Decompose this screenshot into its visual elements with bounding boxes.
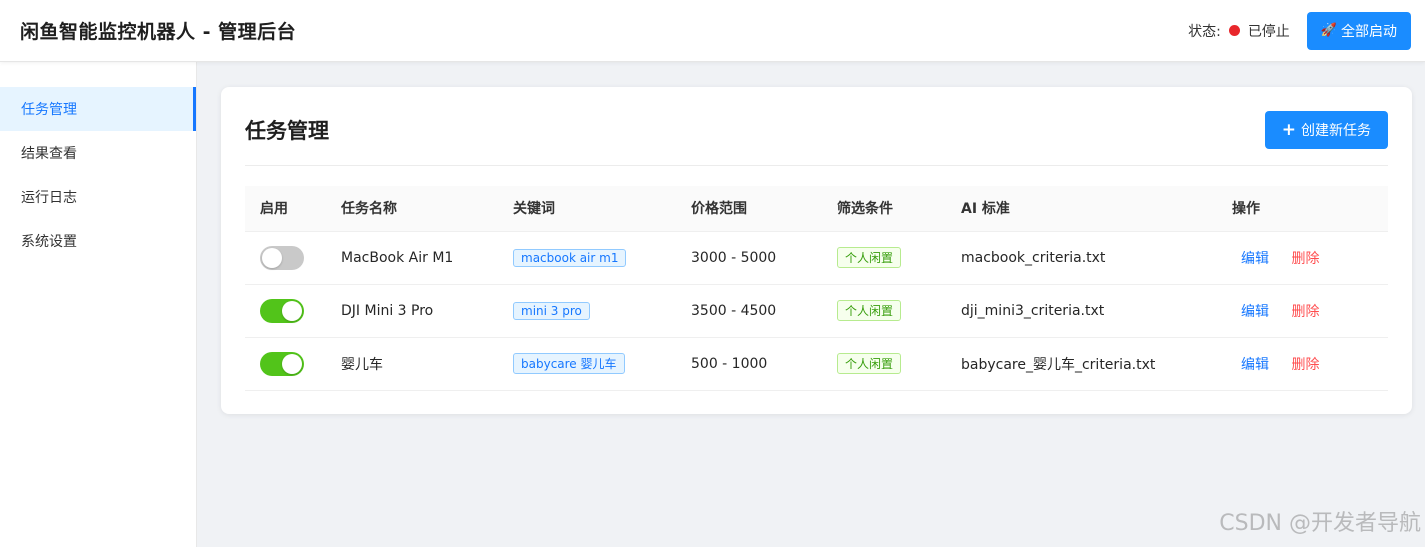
rocket-icon: 🚀: [1320, 23, 1337, 38]
task-card: 任务管理 + 创建新任务 启用 任务名称 关键词 价格范围 筛选条件 AI 标准…: [221, 87, 1412, 414]
col-enabled: 启用: [245, 186, 341, 232]
sidebar-item-tasks[interactable]: 任务管理: [0, 87, 196, 131]
toggle-knob: [262, 247, 282, 268]
price-range: 500 - 1000: [691, 337, 837, 391]
status-dot-icon: [1228, 25, 1240, 36]
filter-tag: 个人闲置: [837, 353, 902, 374]
col-name: 任务名称: [341, 186, 513, 232]
criteria-file: macbook_criteria.txt: [961, 231, 1232, 285]
top-header: 闲鱼智能监控机器人 - 管理后台 状态: 已停止 🚀 全部启动: [0, 0, 1425, 62]
status-label: 状态:: [1188, 23, 1221, 40]
col-criteria: AI 标准: [961, 186, 1232, 232]
sidebar: 任务管理 结果查看 运行日志 系统设置: [0, 62, 197, 547]
sidebar-item-results[interactable]: 结果查看: [0, 131, 196, 175]
sidebar-item-label: 结果查看: [21, 146, 77, 162]
task-table: 启用 任务名称 关键词 价格范围 筛选条件 AI 标准 操作 MacBook A…: [245, 186, 1388, 391]
table-row: 婴儿车 babycare 婴儿车 500 - 1000 个人闲置 babycar…: [245, 337, 1388, 391]
filter-tag: 个人闲置: [837, 300, 902, 321]
sidebar-item-label: 任务管理: [21, 102, 77, 118]
status-text: 已停止: [1247, 23, 1290, 40]
delete-link[interactable]: 删除: [1291, 304, 1319, 320]
plus-icon: +: [1281, 119, 1296, 140]
enable-toggle[interactable]: [260, 351, 304, 376]
sidebar-item-settings[interactable]: 系统设置: [0, 219, 196, 263]
col-filter: 筛选条件: [837, 186, 961, 232]
sidebar-item-label: 系统设置: [21, 234, 77, 250]
enable-toggle[interactable]: [260, 298, 304, 323]
page-title: 任务管理: [245, 119, 329, 143]
start-all-button[interactable]: 🚀 全部启动: [1306, 11, 1411, 50]
table-row: MacBook Air M1 macbook air m1 3000 - 500…: [245, 231, 1388, 285]
sidebar-item-label: 运行日志: [21, 190, 77, 206]
table-header-row: 启用 任务名称 关键词 价格范围 筛选条件 AI 标准 操作: [245, 186, 1388, 232]
filter-tag: 个人闲置: [837, 247, 902, 268]
col-keyword: 关键词: [513, 186, 691, 232]
create-task-label: 创建新任务: [1301, 123, 1371, 139]
sidebar-item-logs[interactable]: 运行日志: [0, 175, 196, 219]
keyword-tag: babycare 婴儿车: [513, 353, 625, 374]
price-range: 3000 - 5000: [691, 231, 837, 285]
header-actions: 状态: 已停止 🚀 全部启动: [1188, 11, 1411, 50]
task-name: DJI Mini 3 Pro: [341, 284, 513, 338]
price-range: 3500 - 4500: [691, 284, 837, 338]
watermark: CSDN @开发者导航: [1219, 511, 1421, 536]
toggle-knob: [282, 300, 302, 321]
toggle-knob: [282, 353, 302, 374]
task-name: MacBook Air M1: [341, 231, 513, 285]
col-actions: 操作: [1232, 186, 1388, 232]
start-all-label: 全部启动: [1341, 23, 1397, 40]
create-task-button[interactable]: + 创建新任务: [1264, 111, 1388, 149]
delete-link[interactable]: 删除: [1291, 251, 1319, 267]
edit-link[interactable]: 编辑: [1241, 304, 1269, 320]
col-price: 价格范围: [691, 186, 837, 232]
keyword-tag: macbook air m1: [513, 248, 627, 267]
edit-link[interactable]: 编辑: [1241, 357, 1269, 373]
table-row: DJI Mini 3 Pro mini 3 pro 3500 - 4500 个人…: [245, 284, 1388, 338]
delete-link[interactable]: 删除: [1291, 357, 1319, 373]
app-title: 闲鱼智能监控机器人 - 管理后台: [20, 21, 297, 43]
criteria-file: babycare_婴儿车_criteria.txt: [961, 337, 1232, 391]
edit-link[interactable]: 编辑: [1241, 251, 1269, 267]
enable-toggle[interactable]: [260, 245, 304, 270]
task-name: 婴儿车: [341, 337, 513, 391]
card-header: 任务管理 + 创建新任务: [245, 87, 1388, 166]
criteria-file: dji_mini3_criteria.txt: [961, 284, 1232, 338]
keyword-tag: mini 3 pro: [513, 301, 590, 320]
